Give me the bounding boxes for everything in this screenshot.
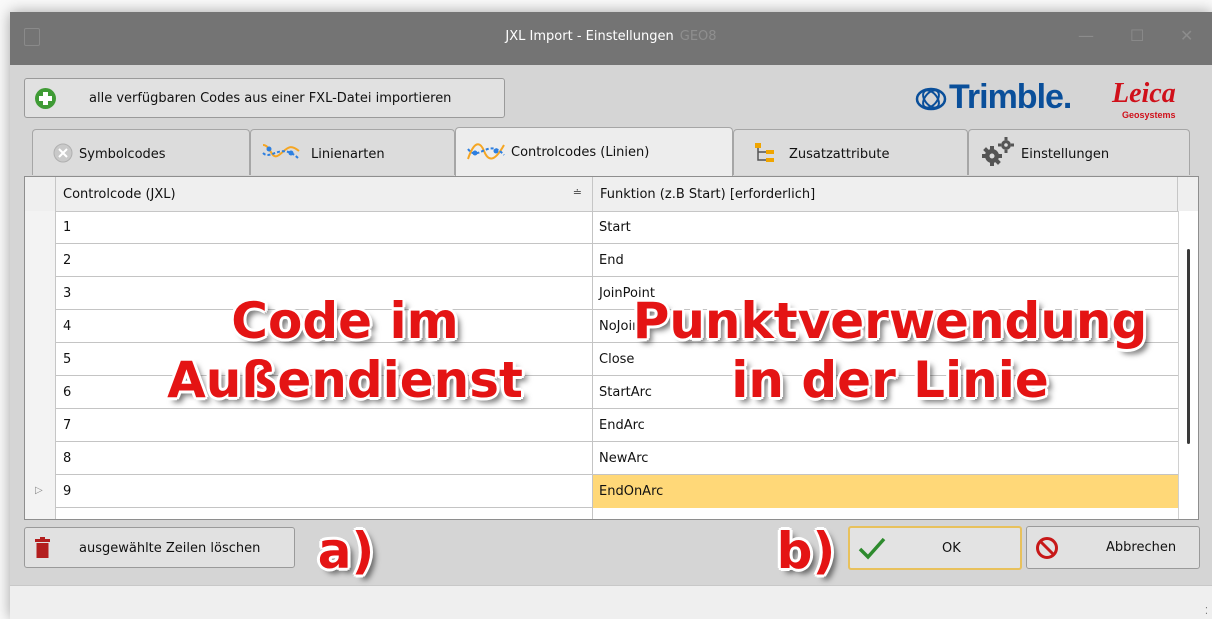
import-fxl-label: alle verfügbaren Codes aus einer FXL-Dat… [89,91,452,106]
table-header: Controlcode (JXL) ≐ Funktion (z.B Start)… [25,177,1198,212]
row-header[interactable] [25,508,56,519]
cell-funktion[interactable]: NewArc [593,442,1178,475]
gears-icon [981,136,1015,172]
vertical-scrollbar[interactable] [1178,211,1198,519]
tab-einstellungen[interactable]: Einstellungen [968,129,1190,175]
tab-zusatzattribute-label: Zusatzattribute [789,147,890,162]
tab-linienarten-label: Linienarten [311,147,385,162]
tab-zusatzattribute[interactable]: Zusatzattribute [733,129,968,175]
tab-controlcodes-label: Controlcodes (Linien) [511,145,650,160]
column-header-funktion-label: Funktion (z.B Start) [erforderlich] [600,187,816,202]
row-header[interactable] [25,244,56,277]
table-row[interactable]: 1 Start [25,211,1178,244]
plus-circle-icon [35,88,56,109]
minimize-button[interactable]: — [1078,26,1094,45]
cell-controlcode[interactable]: 9 [56,475,593,508]
tab-linienarten[interactable]: Linienarten [250,129,455,175]
resize-grip-icon[interactable]: ⁚ [1205,606,1208,617]
cancel-icon [1036,537,1058,559]
control-code-line-icon [466,139,506,169]
row-header[interactable] [25,376,56,409]
title-bar: JXL Import - Einstellungen GEO8 — ☐ ✕ [10,12,1212,65]
current-row-marker-icon: ▷ [35,485,43,496]
annotation-right-line1: Punktverwendung [632,292,1148,350]
sort-icon: ≐ [572,186,582,199]
table-row-selected[interactable]: ▷ 9 EndOnArc [25,475,1178,508]
trimble-wordmark: Trimble. [949,78,1072,116]
import-fxl-button[interactable]: alle verfügbaren Codes aus einer FXL-Dat… [24,78,505,118]
cell-funktion[interactable]: Start [593,211,1178,244]
annotation-b: b) [776,522,836,580]
delete-rows-label: ausgewählte Zeilen löschen [79,541,261,556]
leica-logo: Leica Geosystems [1108,78,1188,124]
cell-controlcode[interactable]: 2 [56,244,593,277]
line-style-icon [261,139,301,169]
cell-controlcode[interactable]: 1 [56,211,593,244]
ok-label: OK [942,541,961,556]
annotation-left-line2: Außendienst [167,351,523,409]
table-row[interactable]: 2 End [25,244,1178,277]
cell-funktion[interactable]: EndOnArc [593,475,1178,508]
column-header-controlcode[interactable]: Controlcode (JXL) ≐ [56,177,593,211]
annotation-left-line1: Code im [231,292,459,350]
row-header[interactable] [25,343,56,376]
delete-rows-button[interactable]: ausgewählte Zeilen löschen [24,527,295,568]
column-header-controlcode-label: Controlcode (JXL) [63,187,176,202]
dialog-window: JXL Import - Einstellungen GEO8 — ☐ ✕ all… [10,12,1212,619]
leica-subtitle: Geosystems [1122,110,1176,120]
maximize-button[interactable]: ☐ [1130,26,1144,45]
cell-funktion[interactable] [593,508,1178,519]
annotation-right-line2: in der Linie [731,351,1049,409]
annotation-punktverwendung: Punktverwendung in der Linie [610,292,1170,410]
tab-symbolcodes-label: Symbolcodes [79,147,166,162]
cell-controlcode[interactable]: 7 [56,409,593,442]
annotation-a: a) [317,522,375,580]
scrollbar-thumb[interactable] [1187,249,1190,444]
cell-controlcode[interactable]: 8 [56,442,593,475]
row-header[interactable] [25,310,56,343]
row-header[interactable] [25,442,56,475]
tab-einstellungen-label: Einstellungen [1021,147,1110,162]
cell-funktion[interactable]: EndArc [593,409,1178,442]
row-header[interactable] [25,211,56,244]
tree-attribute-icon [754,142,776,168]
status-bar: ⁚ [10,585,1212,619]
cancel-label: Abbrechen [1106,540,1177,555]
window-title-text: JXL Import - Einstellungen [505,29,674,44]
row-header-corner [25,177,56,211]
disabled-circle-icon [53,143,73,167]
ok-button[interactable]: OK [848,526,1022,570]
annotation-code-im-aussendienst: Code im Außendienst [130,292,560,410]
row-header[interactable] [25,277,56,310]
table-row-new[interactable] [25,508,1178,519]
trimble-globe-icon [915,87,947,111]
window-title-suffix: GEO8 [679,29,717,44]
trash-icon [35,537,50,558]
table-row[interactable]: 7 EndArc [25,409,1178,442]
row-header[interactable] [25,409,56,442]
tab-controlcodes[interactable]: Controlcodes (Linien) [455,127,733,176]
row-header[interactable]: ▷ [25,475,56,508]
window-title: JXL Import - Einstellungen GEO8 [10,29,1212,44]
cell-funktion[interactable]: End [593,244,1178,277]
cell-controlcode[interactable] [56,508,593,519]
leica-wordmark: Leica [1112,78,1176,109]
table-row[interactable]: 8 NewArc [25,442,1178,475]
close-button[interactable]: ✕ [1180,26,1193,45]
checkmark-icon [858,537,886,560]
tab-symbolcodes[interactable]: Symbolcodes [32,129,250,175]
column-header-funktion[interactable]: Funktion (z.B Start) [erforderlich] [593,177,1178,211]
cancel-button[interactable]: Abbrechen [1026,526,1200,569]
